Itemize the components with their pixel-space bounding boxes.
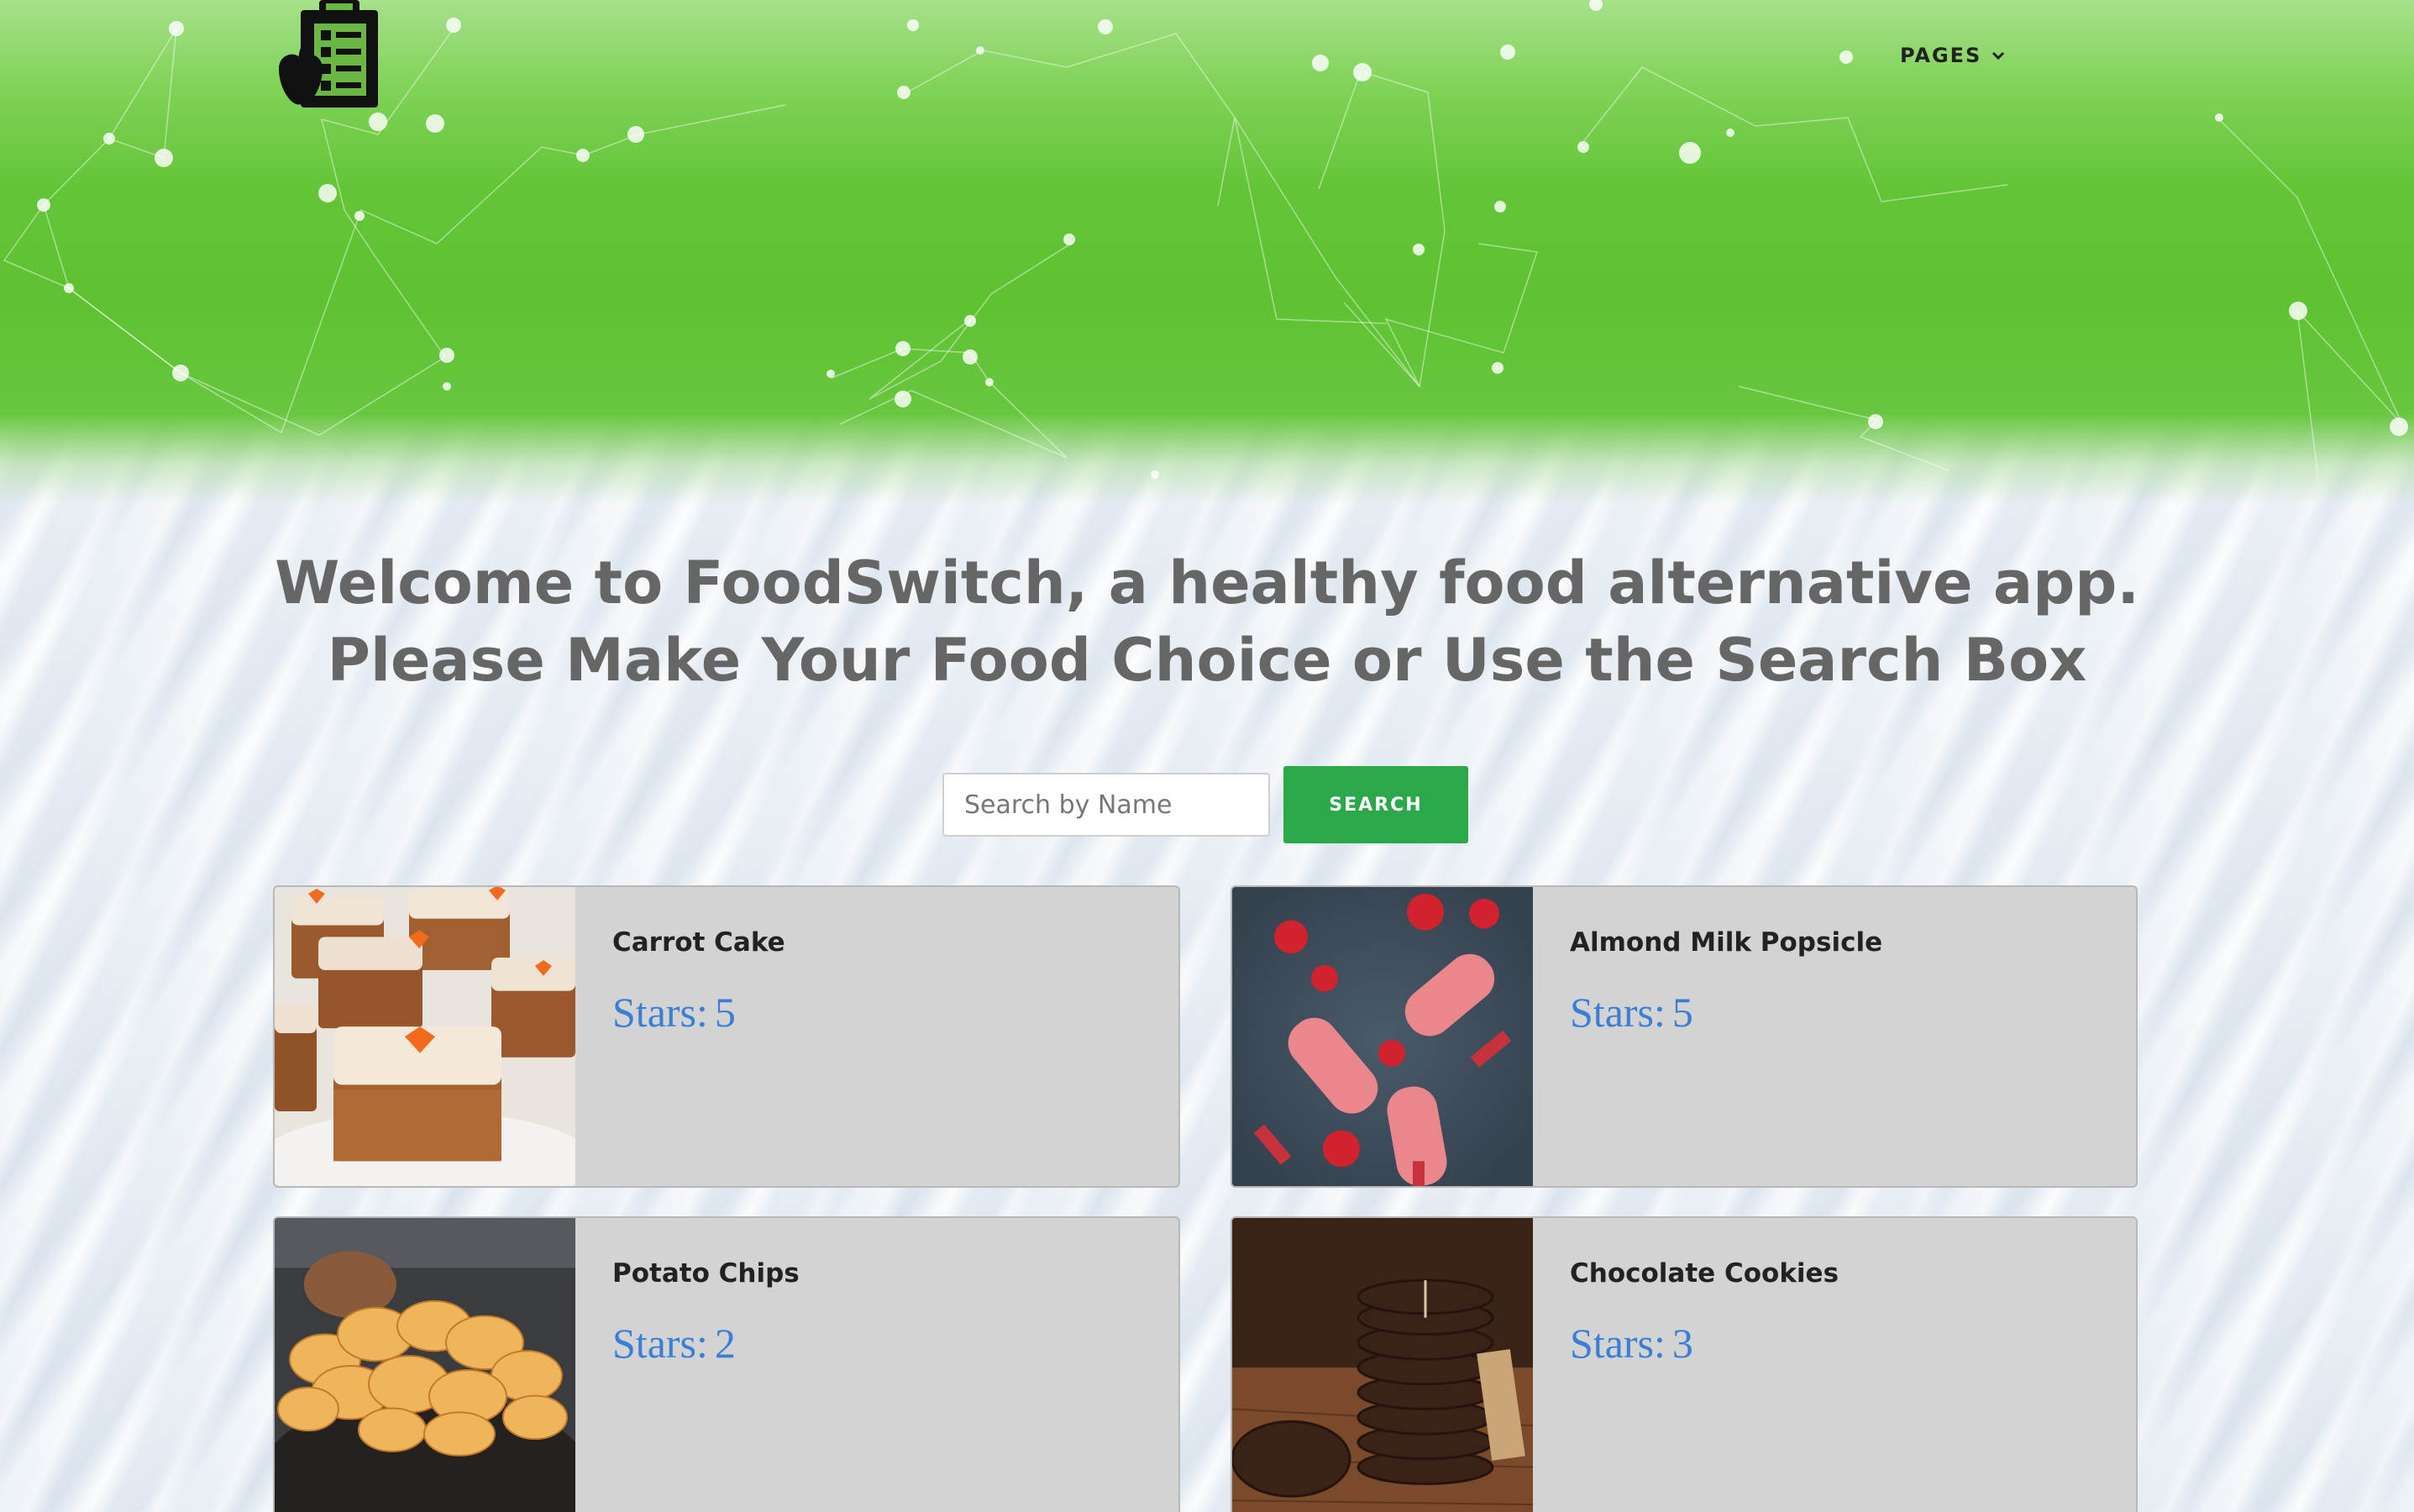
carrot-cake-photo (275, 887, 575, 1186)
stars-label: Stars: (612, 989, 708, 1036)
stars-label: Stars: (1570, 989, 1666, 1036)
search-form: SEARCH (942, 766, 1468, 843)
food-card-chocolate-cookies[interactable]: Chocolate Cookies Stars: 3 (1231, 1216, 2138, 1512)
app-logo[interactable] (270, 0, 381, 109)
nav-pages-dropdown[interactable]: PAGES (1900, 44, 2007, 67)
welcome-line-1: Welcome to FoodSwitch, a healthy food al… (275, 549, 2139, 617)
food-card-title: Almond Milk Popsicle (1570, 927, 1883, 958)
stars-label: Stars: (1570, 1320, 1666, 1367)
food-checklist-apple-icon (279, 0, 378, 108)
strawberry-popsicle-photo (1232, 887, 1533, 1186)
welcome-heading: Welcome to FoodSwitch, a healthy food al… (0, 544, 2414, 699)
search-button[interactable]: SEARCH (1283, 766, 1468, 843)
food-card-title: Potato Chips (612, 1258, 800, 1289)
food-card-stars: Stars: 5 (612, 988, 736, 1037)
stars-value: 2 (714, 1320, 736, 1367)
potato-chips-photo (275, 1218, 575, 1512)
welcome-line-2: Please Make Your Food Choice or Use the … (327, 626, 2087, 695)
food-card-stars: Stars: 3 (1570, 1319, 1693, 1368)
stars-value: 5 (714, 989, 736, 1036)
food-card-stars: Stars: 5 (1570, 988, 1693, 1037)
chocolate-cookies-photo (1232, 1218, 1533, 1512)
food-card-almond-milk-popsicle[interactable]: Almond Milk Popsicle Stars: 5 (1231, 885, 2138, 1188)
food-card-stars: Stars: 2 (612, 1319, 736, 1368)
food-card-title: Carrot Cake (612, 927, 785, 958)
food-card-title: Chocolate Cookies (1570, 1258, 1839, 1289)
nav-pages-label: PAGES (1900, 44, 1982, 67)
stars-label: Stars: (612, 1320, 708, 1367)
stars-value: 5 (1671, 989, 1693, 1036)
stars-value: 3 (1671, 1320, 1693, 1367)
chevron-down-icon (1992, 51, 2005, 60)
food-card-carrot-cake[interactable]: Carrot Cake Stars: 5 (273, 885, 1180, 1188)
search-input[interactable] (942, 773, 1270, 837)
food-card-potato-chips[interactable]: Potato Chips Stars: 2 (273, 1216, 1180, 1512)
